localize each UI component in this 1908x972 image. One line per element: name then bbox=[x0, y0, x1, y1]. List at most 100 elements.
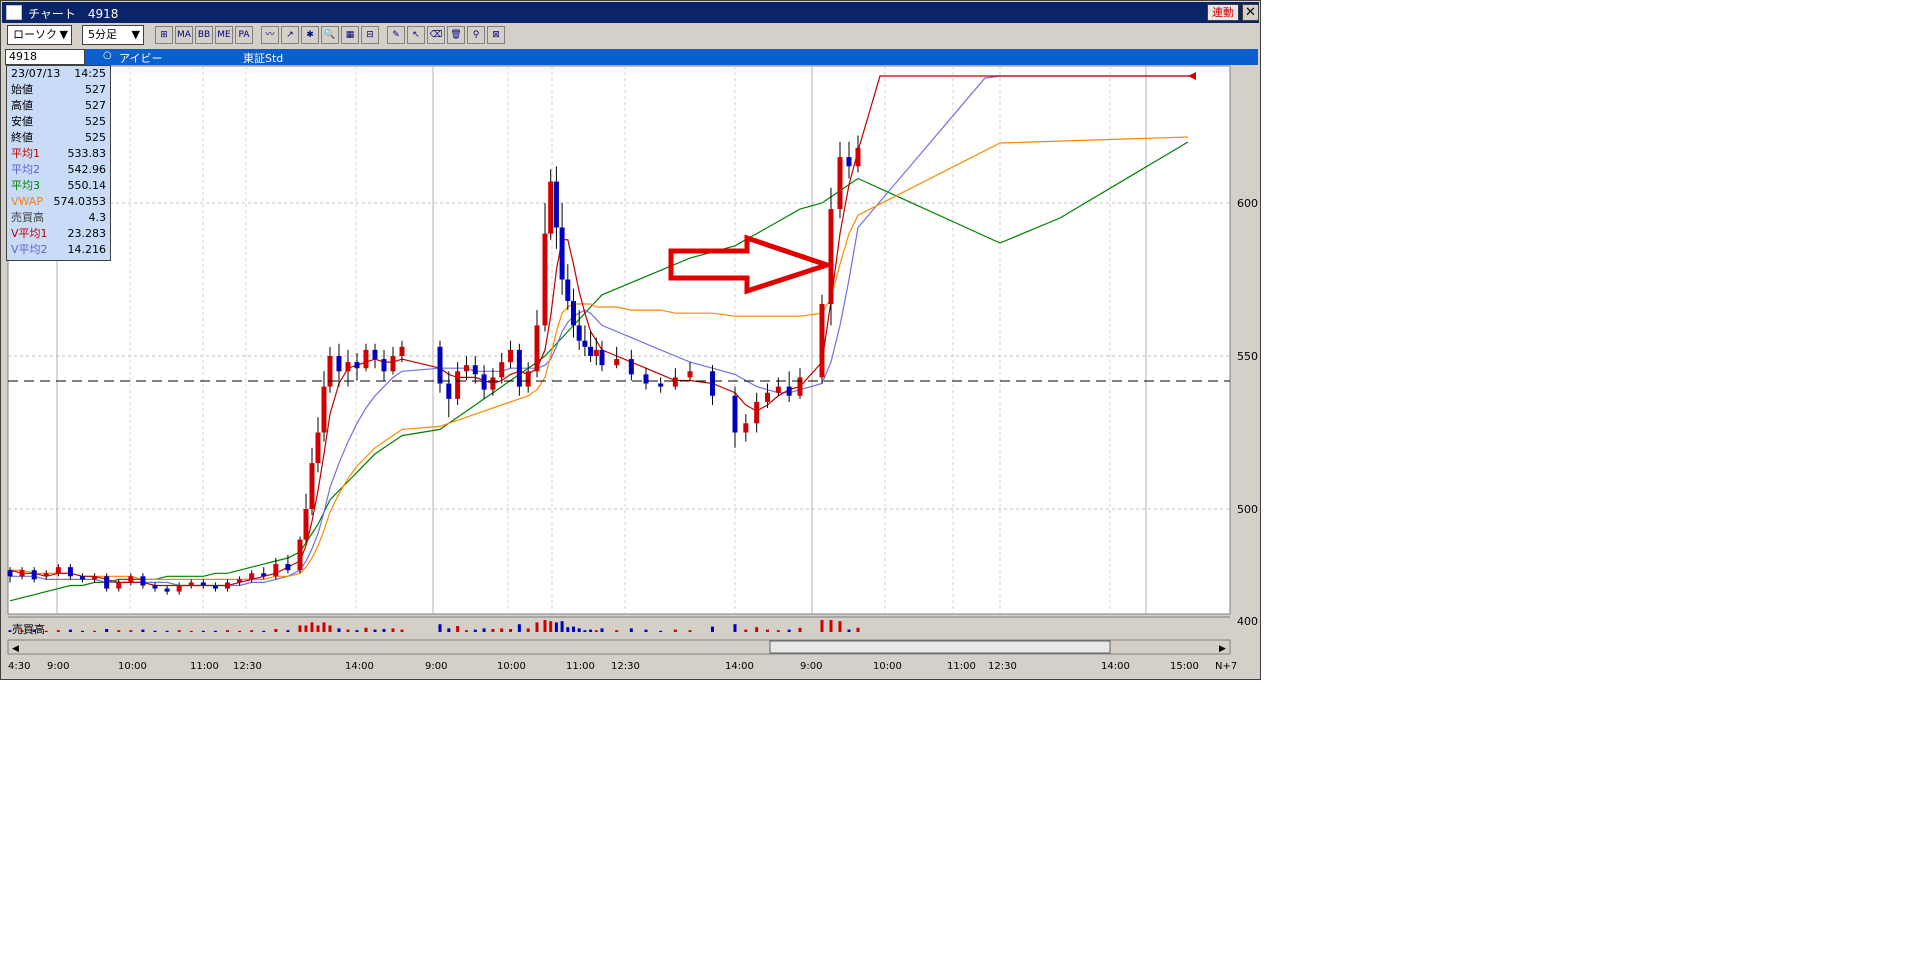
volume-bar bbox=[517, 624, 521, 632]
data-value: 4.3 bbox=[88, 211, 107, 224]
volume-bar bbox=[566, 627, 570, 632]
data-panel-datetime: 23/07/13 14:25 bbox=[7, 66, 110, 82]
x-axis-tick: 10:00 bbox=[873, 661, 902, 672]
data-panel-row: 高値 527 bbox=[7, 98, 110, 114]
volume-bar bbox=[766, 629, 769, 632]
candle-down bbox=[67, 567, 73, 577]
volume-bar bbox=[594, 630, 598, 632]
volume-bar bbox=[238, 630, 242, 632]
candle-down bbox=[481, 374, 487, 390]
candle-up bbox=[176, 585, 182, 592]
scrollbar-thumb[interactable] bbox=[769, 640, 1111, 654]
volume-bar bbox=[629, 628, 633, 632]
candle-up bbox=[273, 564, 279, 577]
candle-up bbox=[321, 386, 327, 433]
volume-bar bbox=[105, 629, 109, 632]
candle-up bbox=[297, 539, 303, 571]
candle-up bbox=[743, 423, 749, 433]
data-label: 平均2 bbox=[11, 163, 40, 176]
x-axis-tick: 11:00 bbox=[947, 661, 976, 672]
candle-down bbox=[437, 346, 443, 384]
volume-bar bbox=[56, 630, 60, 632]
data-panel-row: 始値 527 bbox=[7, 82, 110, 98]
volume-bar bbox=[304, 625, 308, 632]
volume-bar bbox=[600, 628, 604, 632]
volume-bar bbox=[535, 622, 539, 632]
x-axis-tick: 12:30 bbox=[988, 661, 1017, 672]
volume-bar bbox=[787, 629, 791, 632]
candle-down bbox=[658, 383, 664, 387]
x-axis-tick: 9:00 bbox=[800, 661, 823, 672]
volume-bar bbox=[117, 630, 121, 632]
candle-up bbox=[455, 371, 461, 399]
candle-down bbox=[31, 570, 37, 580]
volume-bar bbox=[659, 630, 663, 632]
volume-bar bbox=[776, 630, 780, 632]
volume-bar bbox=[201, 630, 205, 632]
volume-bar bbox=[589, 629, 593, 632]
volume-bar bbox=[554, 622, 558, 632]
candle-down bbox=[336, 356, 342, 372]
candle-down bbox=[732, 395, 738, 433]
candle-up bbox=[345, 362, 351, 372]
data-label: 始値 bbox=[11, 83, 33, 96]
data-panel-row: VWAP 574.0353 bbox=[7, 194, 110, 210]
volume-bar bbox=[44, 630, 48, 632]
candle-down bbox=[588, 346, 594, 356]
x-axis-tick: 12:30 bbox=[611, 661, 640, 672]
volume-bar bbox=[798, 627, 802, 632]
candle-down bbox=[140, 576, 146, 586]
data-value: 23.283 bbox=[67, 227, 107, 240]
candle-up bbox=[775, 386, 781, 393]
volume-bar bbox=[464, 630, 468, 632]
volume-bar bbox=[509, 629, 513, 632]
volume-bar bbox=[456, 626, 460, 632]
volume-bar bbox=[838, 621, 842, 632]
data-label: 売買高 bbox=[11, 211, 44, 224]
data-panel-row: 平均1 533.83 bbox=[7, 146, 110, 162]
scroll-right-icon[interactable]: ▶ bbox=[1219, 644, 1226, 654]
volume-bar bbox=[141, 629, 145, 632]
x-axis-tick: 11:00 bbox=[566, 661, 595, 672]
volume-bar bbox=[615, 630, 619, 632]
candle-up bbox=[390, 356, 396, 372]
data-panel-row: V平均1 23.283 bbox=[7, 226, 110, 242]
data-value: 574.0353 bbox=[53, 195, 107, 208]
data-label: 終値 bbox=[11, 131, 33, 144]
candle-up bbox=[754, 401, 760, 424]
scroll-left-icon[interactable]: ◀ bbox=[12, 644, 19, 654]
volume-bar bbox=[346, 629, 350, 632]
data-value: 527 bbox=[85, 83, 106, 96]
candle-down bbox=[285, 564, 291, 571]
y-axis-tick: 550 bbox=[1237, 350, 1258, 363]
volume-bar bbox=[298, 625, 302, 632]
candle-down bbox=[846, 157, 852, 167]
volume-bar bbox=[250, 630, 254, 632]
volume-bar bbox=[177, 630, 181, 632]
x-axis-tick: 4:30 bbox=[8, 661, 31, 672]
volume-bar bbox=[364, 627, 368, 632]
data-value: 525 bbox=[85, 131, 106, 144]
candle-down bbox=[7, 570, 13, 577]
candle-down bbox=[164, 588, 170, 592]
volume-bar bbox=[688, 630, 692, 632]
volume-bar bbox=[355, 630, 359, 632]
price-chart[interactable]: ◀ ▶ bbox=[0, 0, 1262, 681]
volume-bar bbox=[583, 630, 587, 632]
candle-down bbox=[104, 576, 110, 589]
volume-bar bbox=[447, 628, 451, 632]
volume-bar bbox=[473, 629, 477, 632]
data-value: 550.14 bbox=[67, 179, 107, 192]
volume-bar bbox=[549, 621, 553, 632]
candle-up bbox=[249, 573, 255, 580]
volume-bar bbox=[755, 627, 759, 632]
volume-bar bbox=[482, 628, 486, 632]
volume-bar bbox=[820, 620, 824, 632]
x-axis-tick: 9:00 bbox=[47, 661, 70, 672]
volume-bar bbox=[543, 620, 547, 632]
volume-bar bbox=[673, 629, 677, 632]
candle-up bbox=[303, 509, 309, 540]
data-value: 525 bbox=[85, 115, 106, 128]
candle-up bbox=[499, 362, 505, 378]
volume-bar bbox=[93, 630, 97, 632]
